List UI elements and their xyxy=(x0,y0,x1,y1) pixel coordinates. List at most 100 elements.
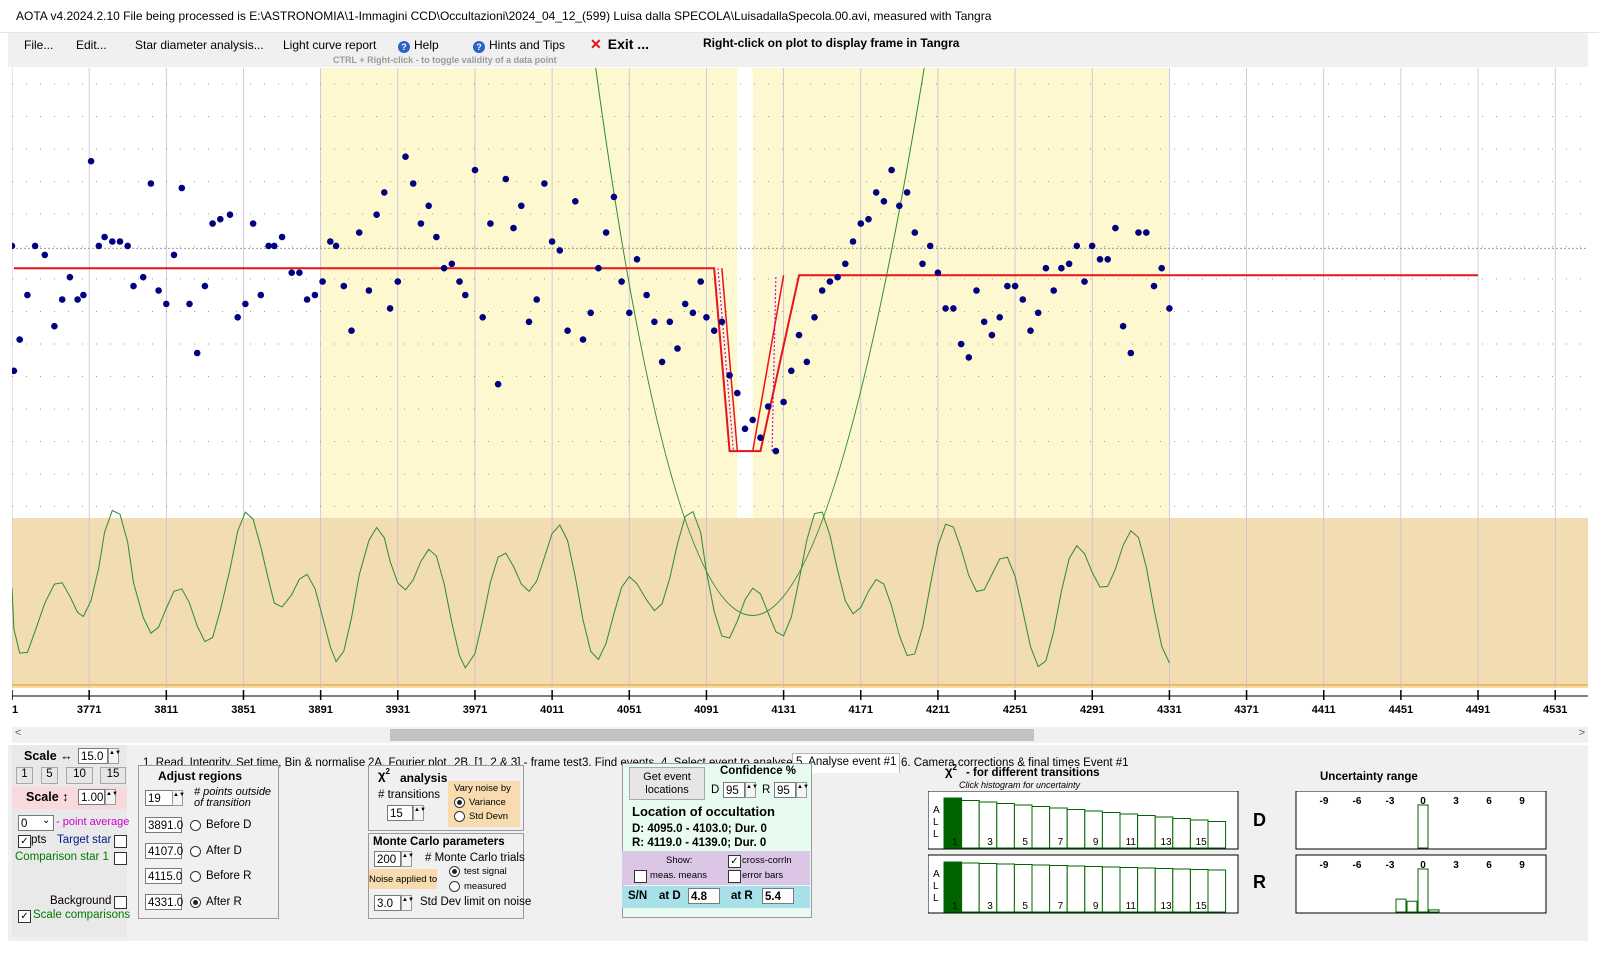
unc-r-bar-0 xyxy=(1395,898,1407,913)
transitions-spinner[interactable]: ▲▼ xyxy=(413,805,426,821)
comparison-star-checkbox[interactable] xyxy=(114,852,127,865)
pts-label: pts xyxy=(31,834,47,846)
hist-r-bar-5 xyxy=(1031,864,1051,913)
menu-star-diameter[interactable]: Star diameter analysis... xyxy=(135,38,264,52)
before-d-radio[interactable] xyxy=(190,820,201,831)
points-outside-spinner[interactable]: ▲▼ xyxy=(172,790,185,806)
data-point-40 xyxy=(311,291,319,299)
confidence-r-input[interactable]: 95 xyxy=(774,782,796,798)
test-signal-radio[interactable] xyxy=(449,866,460,877)
variance-radio[interactable] xyxy=(454,797,465,808)
scale-h-spinner[interactable]: ▲▼ xyxy=(108,748,121,764)
data-point-45 xyxy=(348,327,355,335)
background-checkbox[interactable] xyxy=(114,896,127,909)
mc-trials-spinner[interactable]: ▲▼ xyxy=(401,851,414,867)
chi2-analysis-title: analysis xyxy=(400,771,448,785)
data-point-12 xyxy=(95,242,103,250)
data-point-26 xyxy=(201,282,209,290)
menu-exit[interactable]: ✕ Exit ... xyxy=(590,36,649,53)
meas-means-checkbox[interactable] xyxy=(634,870,647,883)
chevron-down-icon: ⌄ xyxy=(42,815,51,826)
data-point-143 xyxy=(1104,256,1111,263)
data-point-142 xyxy=(1096,256,1104,263)
scale-5-button[interactable]: 5 xyxy=(41,767,58,784)
data-point-110 xyxy=(849,238,857,245)
before-r-input[interactable]: 4115.0 xyxy=(145,868,182,884)
data-point-134 xyxy=(1034,309,1042,317)
std-dev-limit-input[interactable]: 3.0 xyxy=(374,895,401,911)
before-d-input[interactable]: 3891.0 xyxy=(145,817,183,833)
error-bars-checkbox[interactable] xyxy=(728,870,741,883)
cross-corrln-checkbox[interactable]: ✓ xyxy=(728,855,741,868)
scale-h-label: Scale ↔ xyxy=(24,749,73,763)
after-d-radio[interactable] xyxy=(190,846,201,857)
target-star-checkbox[interactable] xyxy=(114,835,127,848)
pts-checkbox[interactable]: ✓ xyxy=(18,835,31,848)
points-outside-label: # points outside of transition xyxy=(194,786,272,809)
x-tick-label-1: 3771 xyxy=(77,704,101,716)
hist-r-bar-1 xyxy=(961,862,980,913)
data-point-24 xyxy=(186,300,193,308)
sn-at-d-label: at D xyxy=(659,890,681,902)
data-point-35 xyxy=(271,242,278,250)
unc-r-bar-1 xyxy=(1406,900,1418,913)
after-d-input[interactable]: 4107.0 xyxy=(145,843,183,859)
before-r-radio[interactable] xyxy=(190,871,201,882)
confidence-r-spinner[interactable]: ▲▼ xyxy=(796,782,809,798)
data-point-78 xyxy=(602,229,610,236)
after-r-radio[interactable] xyxy=(190,897,201,908)
mc-trials-input[interactable]: 200 xyxy=(374,851,401,867)
scale-15-button[interactable]: 15 xyxy=(100,767,126,784)
unc-d-xlabel-1: -6 xyxy=(1353,796,1362,807)
chi2-histograms[interactable]: ALL1 3 5 7 9 11 13 15 ALL1 3 5 7 9 11 13 15 xyxy=(928,791,1276,917)
confidence-d-input[interactable]: 95 xyxy=(723,782,745,798)
help-icon: ? xyxy=(398,41,410,53)
menu-file[interactable]: File... xyxy=(24,38,53,52)
data-point-63 xyxy=(487,220,494,227)
scale-v-spinner[interactable]: ▲▼ xyxy=(105,789,118,805)
scale-comparisons-checkbox[interactable]: ✓ xyxy=(18,910,31,923)
scroll-thumb[interactable] xyxy=(390,729,1034,741)
menu-edit[interactable]: Edit... xyxy=(76,38,107,52)
data-point-16 xyxy=(124,242,131,250)
menu-hints[interactable]: ? Hints and Tips xyxy=(473,38,565,53)
data-point-21 xyxy=(163,300,170,308)
light-curve-plot[interactable]: 31 3771 3811 3851 3891 3931 3971 4011 4051 4091 41… xyxy=(12,68,1588,726)
plot-scrollbar[interactable]: < > xyxy=(12,727,1588,743)
scroll-right-arrow[interactable]: > xyxy=(1579,727,1585,739)
data-point-119 xyxy=(919,260,926,268)
hist-d-bar-13 xyxy=(1172,818,1191,849)
std-devn-radio[interactable] xyxy=(454,811,465,822)
data-point-61 xyxy=(471,166,479,174)
points-outside-input[interactable]: 19 xyxy=(145,790,173,806)
menu-help[interactable]: ? Help xyxy=(398,38,439,53)
confidence-d-spinner[interactable]: ▲▼ xyxy=(745,782,758,798)
uncertainty-histograms[interactable]: -9 -6 -3 0 3 6 9 -9 -6 -3 0 3 6 9 xyxy=(1288,791,1548,917)
sn-at-r-label: at R xyxy=(731,890,753,902)
cross-corrln-label: cross-corrln xyxy=(742,855,792,866)
menu-light-curve-report[interactable]: Light curve report xyxy=(283,38,376,52)
control-panel: 1. Read, Integrity, Set time, Bin & norm… xyxy=(8,745,1588,941)
data-point-76 xyxy=(587,309,594,317)
after-r-input[interactable]: 4331.0 xyxy=(145,894,183,910)
data-point-14 xyxy=(109,238,116,245)
std-dev-limit-spinner[interactable]: ▲▼ xyxy=(401,895,414,911)
data-point-47 xyxy=(365,287,373,294)
scale-v-label: Scale ↕ xyxy=(26,790,69,804)
scale-h-input[interactable]: 15.0 xyxy=(78,748,108,764)
x-tick-label-12: 4211 xyxy=(926,704,950,716)
after-r-label: After R xyxy=(206,896,242,908)
data-point-6 xyxy=(51,322,58,330)
scale-1-button[interactable]: 1 xyxy=(16,767,33,784)
transitions-label: # transitions xyxy=(378,789,441,801)
get-event-locations-button[interactable]: Get event locations xyxy=(629,767,705,800)
scale-10-button[interactable]: 10 xyxy=(66,767,93,784)
scale-v-input[interactable]: 1.00 xyxy=(78,789,105,805)
x-tick-label-13: 4251 xyxy=(1003,704,1027,716)
uncertainty-r: -9 -6 -3 0 3 6 9 xyxy=(1295,854,1547,914)
scroll-left-arrow[interactable]: < xyxy=(15,727,21,739)
data-point-18 xyxy=(139,273,147,281)
hist-d-xlabel-7: 15 xyxy=(1196,837,1208,848)
measured-radio[interactable] xyxy=(449,881,460,892)
transitions-input[interactable]: 15 xyxy=(387,805,413,821)
